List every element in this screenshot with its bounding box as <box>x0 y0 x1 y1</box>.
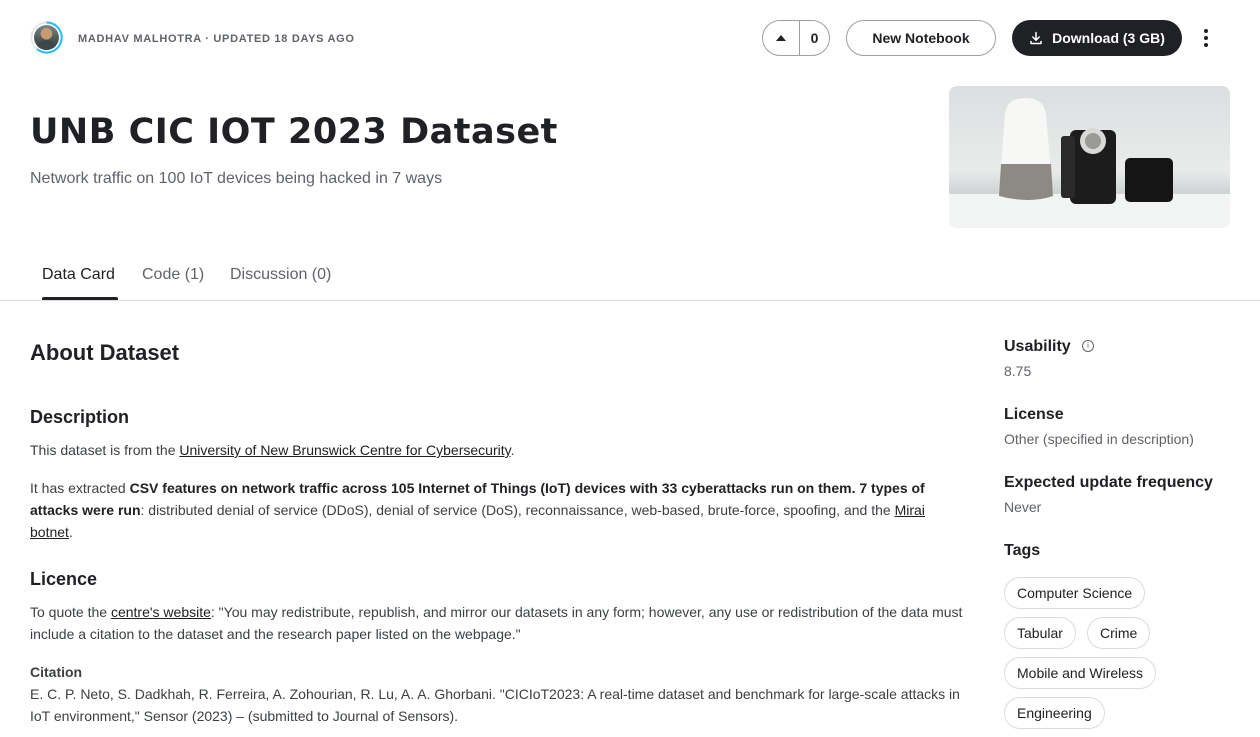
tag-chip[interactable]: Computer Science <box>1004 577 1146 609</box>
upvote-button[interactable] <box>763 21 800 55</box>
download-label: Download (3 GB) <box>1052 30 1165 46</box>
tab-bar: Data Card Code (1) Discussion (0) <box>0 262 1260 301</box>
about-heading: About Dataset <box>30 340 180 365</box>
dataset-subtitle: Network traffic on 100 IoT devices being… <box>30 170 443 187</box>
tab-code[interactable]: Code (1) <box>142 266 204 300</box>
avatar-image <box>34 25 59 50</box>
download-icon <box>1030 31 1042 45</box>
citation-heading: Citation <box>30 664 83 680</box>
tags-label: Tags <box>1004 542 1041 559</box>
author-meta[interactable]: MADHAV MALHOTRA · UPDATED 18 DAYS AGO <box>78 33 355 45</box>
description-paragraph-2: It has extracted CSV features on network… <box>30 480 925 540</box>
kebab-menu-icon[interactable] <box>1194 26 1218 50</box>
info-icon[interactable]: i <box>1082 340 1094 352</box>
description-heading: Description <box>30 407 130 427</box>
vote-count: 0 <box>810 30 819 46</box>
dataset-title: UNB CIC IOT 2023 Dataset <box>30 112 558 152</box>
new-notebook-button[interactable]: New Notebook <box>846 20 996 56</box>
update-frequency-label: Expected update frequency <box>1004 474 1213 491</box>
top-bar: MADHAV MALHOTRA · UPDATED 18 DAYS AGO 0 … <box>0 0 1260 76</box>
active-tab-indicator <box>42 297 118 300</box>
licence-heading: Licence <box>30 569 98 589</box>
usability-label: Usability <box>1004 338 1071 355</box>
vote-widget: 0 <box>762 20 830 56</box>
unb-cybersecurity-link[interactable]: University of New Brunswick Centre for C… <box>179 442 510 458</box>
description-paragraph-1: This dataset is from the University of N… <box>30 442 515 458</box>
licence-paragraph: To quote the centre's website: "You may … <box>30 604 963 642</box>
dataset-cover-image <box>949 86 1230 228</box>
iot-devices-illustration <box>949 86 1230 228</box>
tab-discussion[interactable]: Discussion (0) <box>230 266 331 300</box>
license-label: License <box>1004 406 1064 423</box>
download-button[interactable]: Download (3 GB) <box>1012 20 1182 56</box>
centre-website-link[interactable]: centre's website <box>111 604 211 620</box>
license-value: Other (specified in description) <box>1004 431 1194 447</box>
update-frequency-value: Never <box>1004 499 1042 515</box>
triangle-up-icon <box>776 35 786 41</box>
tag-chip[interactable]: Tabular <box>1004 617 1076 649</box>
citation-text: E. C. P. Neto, S. Dadkhah, R. Ferreira, … <box>30 686 960 724</box>
author-avatar[interactable] <box>30 21 63 54</box>
tag-chip[interactable]: Mobile and Wireless <box>1004 657 1157 689</box>
tag-chip[interactable]: Engineering <box>1004 697 1105 729</box>
usability-value: 8.75 <box>1004 363 1032 379</box>
tab-data-card[interactable]: Data Card <box>42 266 115 300</box>
tag-chip[interactable]: Crime <box>1087 617 1151 649</box>
